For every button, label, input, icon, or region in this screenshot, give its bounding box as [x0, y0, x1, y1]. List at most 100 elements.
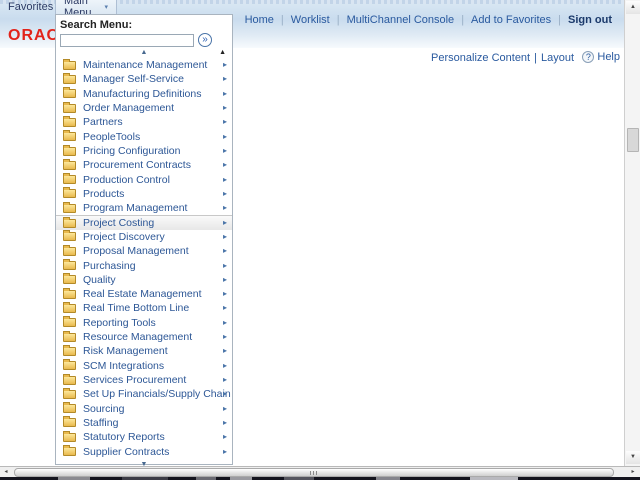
- folder-icon: [63, 316, 76, 328]
- menu-item[interactable]: Services Procurement ▸: [56, 373, 232, 387]
- nav-link-add-to-favorites[interactable]: Add to Favorites: [471, 14, 551, 26]
- submenu-arrow-icon: ▸: [222, 218, 227, 228]
- submenu-arrow-icon: ▸: [222, 203, 227, 213]
- menu-item[interactable]: Risk Management ▸: [56, 344, 232, 358]
- menu-scroll-top-icon[interactable]: ▲: [219, 47, 226, 58]
- menu-item[interactable]: Program Management ▸: [56, 201, 232, 215]
- help-label: Help: [597, 51, 620, 63]
- menu-item-label: Risk Management: [83, 345, 168, 358]
- submenu-arrow-icon: ▸: [222, 60, 227, 70]
- menu-item[interactable]: Products ▸: [56, 187, 232, 201]
- menu-item-label: Services Procurement: [83, 374, 187, 387]
- nav-link-multichannel-console[interactable]: MultiChannel Console: [347, 14, 455, 26]
- menu-item[interactable]: Project Costing ▸: [56, 215, 232, 230]
- scrollbar-right-icon[interactable]: ▸: [627, 467, 639, 477]
- vertical-scrollbar[interactable]: ▲ ▼: [624, 0, 640, 466]
- submenu-arrow-icon: ▸: [222, 117, 227, 127]
- menu-item-label: Project Costing: [83, 217, 155, 230]
- menu-item[interactable]: Staffing ▸: [56, 416, 232, 430]
- folder-icon: [63, 201, 76, 213]
- menu-item[interactable]: Purchasing ▸: [56, 258, 232, 272]
- menu-item[interactable]: Quality ▸: [56, 273, 232, 287]
- menu-item[interactable]: Statutory Reports ▸: [56, 430, 232, 444]
- menu-item[interactable]: Pricing Configuration ▸: [56, 144, 232, 158]
- menu-item[interactable]: Project Discovery ▸: [56, 230, 232, 244]
- tab-favorites-label: Favorites: [8, 1, 54, 13]
- nav-separator: |: [461, 14, 465, 26]
- menu-item[interactable]: SCM Integrations ▸: [56, 359, 232, 373]
- vertical-scrollbar-thumb[interactable]: [627, 128, 639, 152]
- scroll-down-icon: ▼: [140, 460, 148, 468]
- folder-icon: [63, 301, 76, 313]
- page-controls: Personalize Content | Layout: [431, 52, 574, 64]
- page-controls-separator: |: [534, 52, 537, 64]
- folder-icon: [63, 187, 76, 199]
- folder-icon: [63, 387, 76, 399]
- folder-icon: [63, 173, 76, 185]
- submenu-arrow-icon: ▸: [222, 303, 227, 313]
- help-icon: ?: [582, 51, 595, 63]
- menu-item[interactable]: Real Time Bottom Line ▸: [56, 301, 232, 315]
- menu-search-input[interactable]: [60, 33, 194, 47]
- scrollbar-left-icon[interactable]: ◂: [0, 467, 12, 477]
- menu-item[interactable]: Supplier Contracts ▸: [56, 444, 232, 458]
- submenu-arrow-icon: ▸: [222, 174, 227, 184]
- menu-item-label: Real Estate Management: [83, 288, 202, 301]
- submenu-arrow-icon: ▸: [222, 246, 227, 256]
- menu-item-label: PeopleTools: [83, 130, 141, 143]
- scrollbar-up-icon[interactable]: ▲: [626, 1, 640, 14]
- submenu-arrow-icon: ▸: [222, 360, 227, 370]
- menu-scroll-down[interactable]: ▼: [56, 459, 232, 470]
- menu-item-label: Maintenance Management: [83, 59, 208, 72]
- search-go-icon[interactable]: »: [198, 33, 212, 47]
- submenu-arrow-icon: ▸: [222, 289, 227, 299]
- submenu-arrow-icon: ▸: [222, 432, 227, 442]
- tab-main-menu[interactable]: Main Menu ▾: [55, 0, 117, 19]
- menu-item[interactable]: Proposal Management ▸: [56, 244, 232, 258]
- menu-item-label: Manufacturing Definitions: [83, 87, 202, 100]
- menu-item[interactable]: Procurement Contracts ▸: [56, 158, 232, 172]
- help-link[interactable]: ? Help: [582, 51, 620, 63]
- menu-item[interactable]: Order Management ▸: [56, 101, 232, 115]
- menu-item-label: Pricing Configuration: [83, 145, 181, 158]
- menu-item[interactable]: Set Up Financials/Supply Chain ▸: [56, 387, 232, 401]
- menu-scroll-up[interactable]: ▲ ▲: [56, 47, 232, 58]
- submenu-arrow-icon: ▸: [222, 103, 227, 113]
- nav-separator: |: [558, 14, 561, 26]
- menu-item[interactable]: Production Control ▸: [56, 173, 232, 187]
- menu-item[interactable]: PeopleTools ▸: [56, 130, 232, 144]
- menu-item[interactable]: Resource Management ▸: [56, 330, 232, 344]
- search-row: »: [56, 33, 232, 47]
- folder-icon: [63, 445, 76, 457]
- layout-link[interactable]: Layout: [541, 52, 574, 64]
- folder-icon: [63, 144, 76, 156]
- menu-item[interactable]: Maintenance Management ▸: [56, 58, 232, 72]
- menu-item[interactable]: Real Estate Management ▸: [56, 287, 232, 301]
- folder-icon: [63, 416, 76, 428]
- menu-item-label: Supplier Contracts: [83, 445, 170, 458]
- folder-icon: [63, 230, 76, 242]
- menu-item[interactable]: Manufacturing Definitions ▸: [56, 87, 232, 101]
- sign-out-link[interactable]: Sign out: [568, 14, 612, 26]
- menu-item[interactable]: Reporting Tools ▸: [56, 316, 232, 330]
- submenu-arrow-icon: ▸: [222, 131, 227, 141]
- submenu-arrow-icon: ▸: [222, 389, 227, 399]
- folder-icon: [63, 273, 76, 285]
- submenu-arrow-icon: ▸: [222, 417, 227, 427]
- menu-item-label: Products: [83, 187, 125, 200]
- menu-item[interactable]: Manager Self-Service ▸: [56, 72, 232, 86]
- menu-item-label: Quality: [83, 273, 116, 286]
- nav-link-home[interactable]: Home: [245, 14, 274, 26]
- scrollbar-down-icon[interactable]: ▼: [626, 451, 640, 464]
- menu-item-label: Manager Self-Service: [83, 73, 184, 86]
- menu-item[interactable]: Sourcing ▸: [56, 402, 232, 416]
- menu-item-label: Real Time Bottom Line: [83, 302, 190, 315]
- personalize-content-link[interactable]: Personalize Content: [431, 52, 530, 64]
- menu-item-label: Project Discovery: [83, 230, 165, 243]
- scroll-up-icon: ▲: [140, 49, 148, 56]
- nav-separator: |: [280, 14, 284, 26]
- nav-link-worklist[interactable]: Worklist: [291, 14, 330, 26]
- submenu-arrow-icon: ▸: [222, 160, 227, 170]
- menu-item-label: Program Management: [83, 202, 188, 215]
- menu-item[interactable]: Partners ▸: [56, 115, 232, 129]
